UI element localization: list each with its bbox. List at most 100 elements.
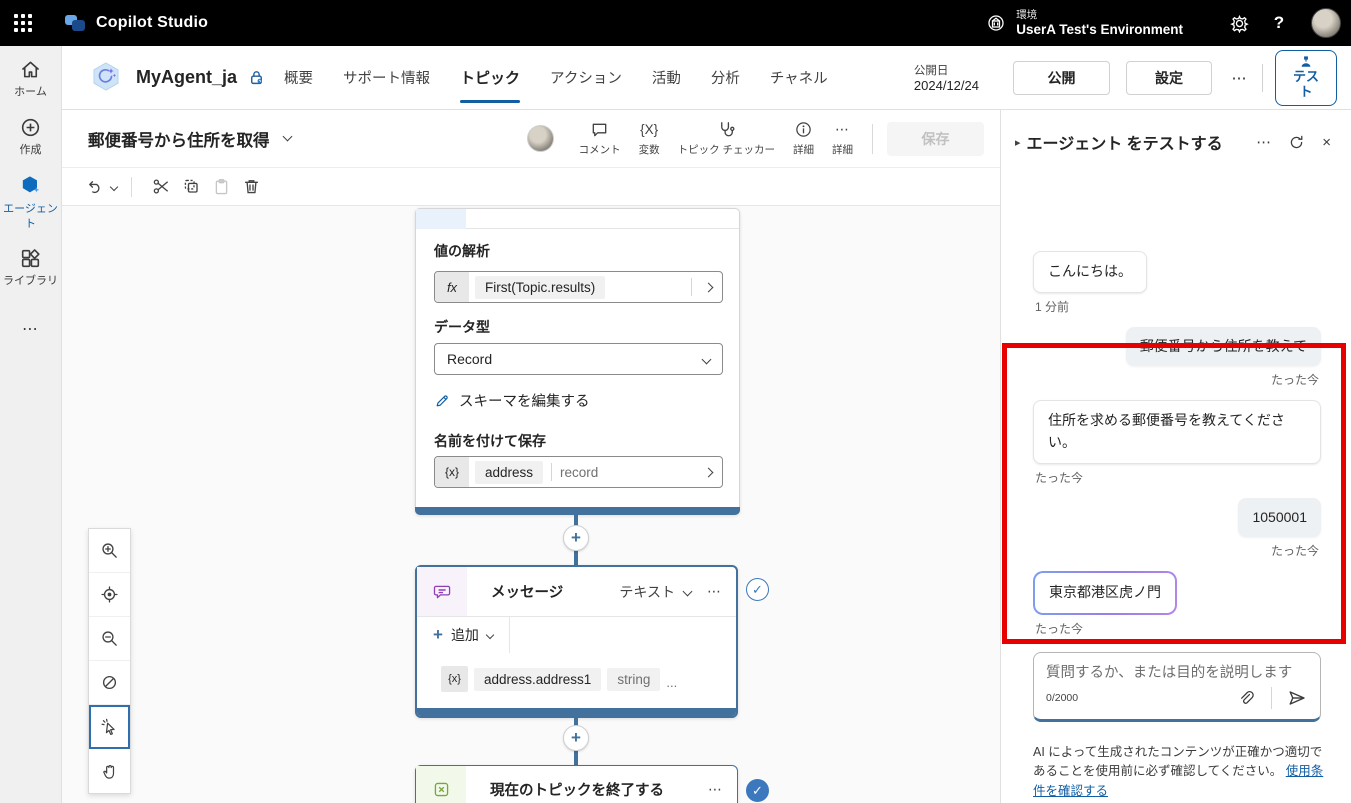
chip-variable-icon[interactable]: {x} (441, 666, 468, 692)
environment-label: 環境 (1016, 9, 1038, 22)
close-panel-button[interactable]: × (1322, 135, 1331, 150)
environment-icon (988, 15, 1004, 31)
tab-activity[interactable]: 活動 (652, 46, 681, 110)
message-node-more-button[interactable]: ⋯ (707, 583, 722, 600)
test-person-icon (1301, 56, 1311, 67)
edit-toolbar (62, 168, 1000, 206)
add-plus-icon: + (433, 625, 443, 644)
zoom-in-button[interactable] (89, 529, 130, 573)
end-node-more-button[interactable]: ⋯ (708, 781, 723, 798)
save-divider (872, 123, 873, 154)
settings-gear-icon[interactable] (1219, 0, 1259, 46)
published-meta: 公開日 2024/12/24 (914, 62, 979, 93)
test-panel-more-button[interactable]: ⋯ (1256, 133, 1271, 151)
parse-value-node[interactable]: 値の解析 fx First(Topic.results) データ型 Record… (415, 208, 740, 515)
authoring-canvas[interactable]: 値の解析 fx First(Topic.results) データ型 Record… (62, 206, 1000, 803)
save-button[interactable]: 保存 (887, 121, 984, 156)
sidebar-item-agents[interactable]: エージェント (1, 174, 61, 232)
message-node-header: メッセージ テキスト ⋯ (417, 567, 736, 617)
tab-actions[interactable]: アクション (550, 46, 622, 110)
insert-node-button[interactable]: + (563, 525, 589, 551)
mode-chevron-icon (682, 586, 693, 597)
reset-view-button[interactable] (89, 661, 130, 705)
paste-button[interactable] (206, 172, 236, 202)
bot-message: 住所を求める郵便番号を教えてください。 (1033, 400, 1321, 464)
more-icon: ⋯ (835, 121, 850, 137)
user-avatar[interactable] (1311, 8, 1341, 38)
agent-header: MyAgent_ja 概要 サポート情報 トピック アクション 活動 分析 チャ… (62, 46, 1351, 110)
node-bottom-bar (415, 507, 740, 515)
cut-button[interactable] (146, 172, 176, 202)
undo-icon (89, 180, 100, 193)
tab-analytics[interactable]: 分析 (711, 46, 740, 110)
message-timestamp: たった今 (1035, 622, 1084, 636)
tab-channels[interactable]: チャネル (770, 46, 828, 110)
user-message: 1050001 (1238, 497, 1321, 538)
test-panel-header: ▸ エージェント をテストする ⋯ × (1001, 110, 1351, 154)
variable-name-chip[interactable]: address (475, 460, 544, 484)
send-button[interactable] (1282, 684, 1312, 712)
settings-button[interactable]: 設定 (1126, 60, 1212, 95)
tab-topics[interactable]: トピック (460, 46, 521, 110)
tab-overview[interactable]: 概要 (284, 46, 313, 110)
variable-type: record (560, 464, 599, 480)
trash-icon (244, 180, 258, 194)
rail-more-icon[interactable]: ⋯ (22, 319, 39, 339)
select-tool-button[interactable] (89, 705, 130, 749)
center-canvas-button[interactable] (89, 573, 130, 617)
message-node[interactable]: メッセージ テキスト ⋯ + 追加 {x} address.address1 s… (415, 565, 738, 718)
details-info-button[interactable]: 詳細 (784, 116, 823, 161)
sidebar-item-library[interactable]: ライブラリ (1, 247, 61, 289)
send-icon (1289, 691, 1305, 705)
stethoscope-icon (720, 122, 735, 137)
comments-button[interactable]: コメント (570, 116, 630, 161)
scissors-icon (153, 179, 168, 194)
undo-button[interactable] (86, 178, 119, 196)
pan-tool-button[interactable] (89, 749, 130, 793)
edit-schema-link[interactable]: スキーマを編集する (434, 390, 590, 411)
permissions-lock-icon[interactable] (247, 68, 266, 87)
bot-message: 東京都港区虎ノ門 (1035, 573, 1175, 613)
message-mode-dropdown[interactable]: テキスト (619, 582, 693, 602)
waffle-menu-icon[interactable] (0, 0, 46, 46)
header-more-button[interactable]: ⋯ (1222, 61, 1256, 95)
attach-button[interactable] (1231, 684, 1261, 712)
chat-transcript: こんにちは。 1 分前 郵便番号から住所を教えて たった今 住所を求める郵便番号… (1001, 166, 1351, 645)
delete-button[interactable] (236, 172, 266, 202)
help-icon[interactable]: ? (1259, 0, 1299, 46)
environment-picker[interactable]: 環境 UserA Test's Environment (986, 9, 1183, 37)
test-button[interactable]: テスト (1275, 49, 1337, 106)
sidebar-item-home[interactable]: ホーム (1, 58, 61, 100)
toolbar-divider (131, 176, 132, 197)
datatype-select[interactable]: Record (434, 343, 723, 375)
agent-name: MyAgent_ja (136, 67, 238, 87)
variable-field[interactable]: {x} address record (434, 456, 723, 488)
message-timestamp: たった今 (1270, 373, 1319, 388)
topic-checker-button[interactable]: トピック チェッカー (669, 116, 784, 161)
details-more-button[interactable]: ⋯ 詳細 (823, 116, 862, 161)
copy-button[interactable] (176, 172, 206, 202)
zoom-out-button[interactable] (89, 617, 130, 661)
refresh-button[interactable] (1288, 134, 1305, 151)
insert-node-button[interactable]: + (563, 725, 589, 751)
publish-button[interactable]: 公開 (1013, 60, 1110, 95)
message-timestamp: 1 分前 (1035, 299, 1070, 314)
user-message: 郵便番号から住所を教えて (1125, 326, 1321, 367)
tab-support-info[interactable]: サポート情報 (343, 46, 430, 110)
formula-field[interactable]: fx First(Topic.results) (434, 271, 723, 303)
variables-button[interactable]: {X} 変数 (630, 116, 669, 161)
add-content-button[interactable]: + 追加 (433, 625, 495, 645)
message-variable-chip[interactable]: address.address1 (474, 667, 602, 691)
comment-icon (592, 123, 607, 137)
variables-icon: {X} (640, 122, 659, 137)
formula-open-button[interactable] (694, 282, 722, 292)
topic-title-chevron-icon[interactable] (282, 131, 292, 142)
chat-input[interactable] (1046, 661, 1308, 685)
panel-caret-icon[interactable]: ▸ (1015, 136, 1021, 149)
end-topic-node[interactable]: 現在のトピックを終了する ⋯ (415, 765, 738, 803)
sidebar-item-create[interactable]: 作成 (1, 116, 61, 158)
variable-open-button[interactable] (694, 467, 722, 477)
chat-composer: 0/2000 (1033, 652, 1321, 722)
formula-chip[interactable]: First(Topic.results) (475, 275, 606, 299)
copilot-studio-logo-icon (64, 12, 86, 34)
